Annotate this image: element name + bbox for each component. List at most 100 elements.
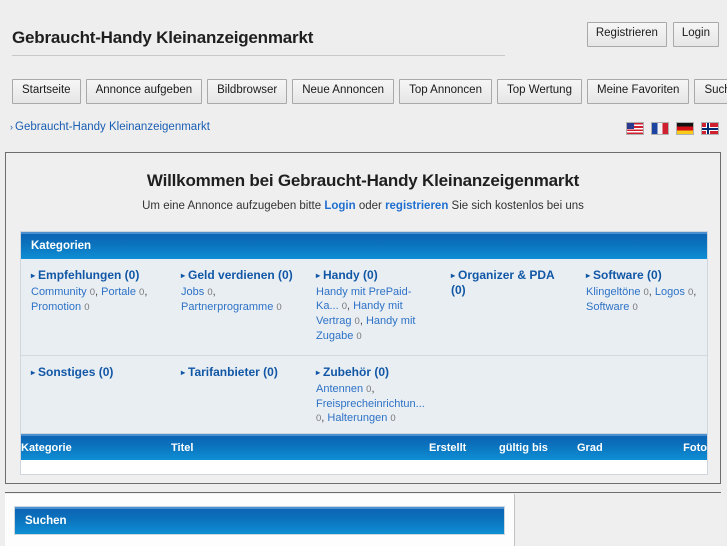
category-title-sonstiges[interactable]: ▸ Sonstiges (0) (31, 365, 163, 380)
category-title-tarifanbieter[interactable]: ▸ Tarifanbieter (0) (181, 365, 298, 380)
category-cell-sonstiges: ▸ Sonstiges (0) (21, 362, 171, 429)
flag-fr-icon[interactable] (651, 122, 669, 135)
categories-panel-header: Kategorien (21, 232, 707, 259)
welcome-lead: Um eine Annonce aufzugeben bitte (142, 200, 325, 212)
title-divider (12, 55, 505, 56)
bottom-panel: Suchen (5, 492, 721, 546)
welcome-login-link[interactable]: Login (324, 200, 355, 212)
nav-item-top-annoncen[interactable]: Top Annoncen (399, 79, 492, 104)
login-button[interactable]: Login (672, 22, 719, 47)
search-box: Suchen (14, 506, 505, 535)
breadcrumb-link-home[interactable]: Gebraucht-Handy Kleinanzeigenmarkt (15, 121, 210, 133)
sublink-count: 0 (276, 301, 282, 313)
category-cell-handy: ▸ Handy (0) Handy mit PrePaid-Ka... 0, Ha… (306, 265, 441, 347)
sublink-count: 0 (207, 286, 213, 298)
welcome-subtext: Um eine Annonce aufzugeben bitte Login o… (6, 200, 720, 212)
sublink[interactable]: Promotion (31, 301, 81, 313)
category-sublinks-handy: Handy mit PrePaid-Ka... 0, Handy mit Ver… (316, 285, 416, 342)
categories-box: Kategorien ▸ Empfehlungen (0) Community 0… (20, 231, 708, 440)
category-title-empfehlungen[interactable]: ▸ Empfehlungen (0) (31, 268, 163, 283)
triangle-right-icon: ▸ (181, 270, 186, 280)
sublink[interactable]: Freisprecheinrichtun... (316, 398, 425, 410)
sublink-count: 0 (390, 412, 396, 424)
categories-row-2: ▸ Sonstiges (0) ▸ Tarifanbieter (0) ▸ Zubeh… (21, 354, 707, 439)
sublink[interactable]: Community (31, 286, 87, 298)
sublink-count: 0 (316, 412, 322, 424)
triangle-right-icon: ▸ (451, 270, 456, 280)
sublink-count: 0 (354, 315, 360, 327)
nav-item-meine-favoriten[interactable]: Meine Favoriten (586, 79, 690, 104)
category-sublinks-software: Klingeltöne 0, Logos 0, Software 0 (586, 285, 697, 313)
nav-item-annonce-aufgeben[interactable]: Annonce aufgeben (85, 79, 203, 104)
table-header-foto[interactable]: Foto (657, 442, 707, 454)
sublink-count: 0 (84, 301, 90, 313)
search-panel-header: Suchen (15, 507, 504, 534)
category-title-organizer-pda[interactable]: ▸ Organizer & PDA (0) (451, 268, 568, 297)
category-cell-geld-verdienen: ▸ Geld verdienen (0) Jobs 0, Partnerprogr… (171, 265, 306, 347)
welcome-register-link[interactable]: registrieren (385, 200, 448, 212)
table-header-erstellt[interactable]: Erstellt (429, 442, 499, 454)
table-header-kategorie[interactable]: Kategorie (21, 442, 171, 454)
sublink-count: 0 (632, 301, 638, 313)
categories-row-1: ▸ Empfehlungen (0) Community 0, Portale 0… (21, 259, 707, 355)
table-header-grad[interactable]: Grad (577, 442, 657, 454)
category-cell-organizer-pda: ▸ Organizer & PDA (0) (441, 265, 576, 347)
welcome-tail: Sie sich kostenlos bei uns (448, 200, 584, 212)
site-header: Gebraucht-Handy Kleinanzeigenmarkt Regis… (0, 0, 727, 62)
category-cell-tarifanbieter: ▸ Tarifanbieter (0) (171, 362, 306, 429)
register-button[interactable]: Registrieren (586, 22, 667, 47)
triangle-right-icon: ▸ (316, 367, 321, 377)
sublink-count: 0 (643, 286, 649, 298)
flag-us-icon[interactable] (626, 122, 644, 135)
breadcrumb-arrow-icon: › (10, 122, 13, 132)
sublink[interactable]: Logos (655, 286, 685, 298)
category-title-geld-verdienen[interactable]: ▸ Geld verdienen (0) (181, 268, 298, 283)
nav-item-suchen[interactable]: Suchen (694, 79, 727, 104)
flag-no-icon[interactable] (701, 122, 719, 135)
nav-item-bildbrowser[interactable]: Bildbrowser (207, 79, 288, 104)
auth-buttons: Registrieren Login (586, 22, 719, 47)
sublink-count: 0 (687, 286, 694, 298)
sublink[interactable]: Jobs (181, 286, 204, 298)
breadcrumb-bar: › Gebraucht-Handy Kleinanzeigenmarkt (0, 120, 727, 142)
triangle-right-icon: ▸ (31, 270, 36, 280)
category-cell-zubehoer: ▸ Zubehör (0) Antennen 0, Freisprecheinri… (306, 362, 441, 429)
bottom-left-column: Suchen (5, 494, 515, 546)
category-title-handy[interactable]: ▸ Handy (0) (316, 268, 433, 283)
page-title: Gebraucht-Handy Kleinanzeigenmarkt (12, 28, 314, 47)
sublink-count: 0 (356, 330, 362, 342)
category-sublinks-zubehoer: Antennen 0, Freisprecheinrichtun... 0, H… (316, 382, 425, 424)
nav-item-top-wertung[interactable]: Top Wertung (496, 79, 582, 104)
triangle-right-icon: ▸ (181, 367, 186, 377)
triangle-right-icon: ▸ (586, 270, 591, 280)
welcome-middle: oder (355, 200, 386, 212)
triangle-right-icon: ▸ (31, 367, 36, 377)
table-header-row: Kategorie Titel Erstellt gültig bis Grad… (21, 434, 707, 460)
sublink[interactable]: Klingeltöne (586, 286, 640, 298)
annonce-listing-table: Kategorie Titel Erstellt gültig bis Grad… (20, 433, 708, 475)
table-header-titel[interactable]: Titel (171, 442, 429, 454)
main-navigation: Startseite Annonce aufgeben Bildbrowser … (12, 79, 727, 104)
category-title-software[interactable]: ▸ Software (0) (586, 268, 698, 283)
table-header-gueltig-bis[interactable]: gültig bis (499, 442, 577, 454)
sublink[interactable]: Halterungen (327, 412, 387, 424)
category-title-zubehoer[interactable]: ▸ Zubehör (0) (316, 365, 433, 380)
sublink-count: 0 (89, 286, 95, 298)
sublink-count: 0 (139, 286, 145, 298)
language-switcher (626, 122, 719, 135)
flag-de-icon[interactable] (676, 122, 694, 135)
nav-item-neue-annoncen[interactable]: Neue Annoncen (292, 79, 395, 104)
category-cell-empty (441, 362, 707, 429)
nav-item-startseite[interactable]: Startseite (12, 79, 81, 104)
sublink-count: 0 (366, 383, 372, 395)
welcome-heading: Willkommen bei Gebraucht-Handy Kleinanze… (146, 171, 580, 190)
sublink[interactable]: Portale (101, 286, 136, 298)
sublink-count: 0 (341, 300, 347, 312)
main-content-panel: Willkommen bei Gebraucht-Handy Kleinanze… (5, 152, 721, 484)
triangle-right-icon: ▸ (316, 270, 321, 280)
sublink[interactable]: Antennen (316, 383, 363, 395)
sublink[interactable]: Partnerprogramme (181, 301, 273, 313)
category-sublinks-geld-verdienen: Jobs 0, Partnerprogramme 0 (181, 285, 282, 313)
category-cell-empfehlungen: ▸ Empfehlungen (0) Community 0, Portale 0… (21, 265, 171, 347)
sublink[interactable]: Software (586, 301, 629, 313)
